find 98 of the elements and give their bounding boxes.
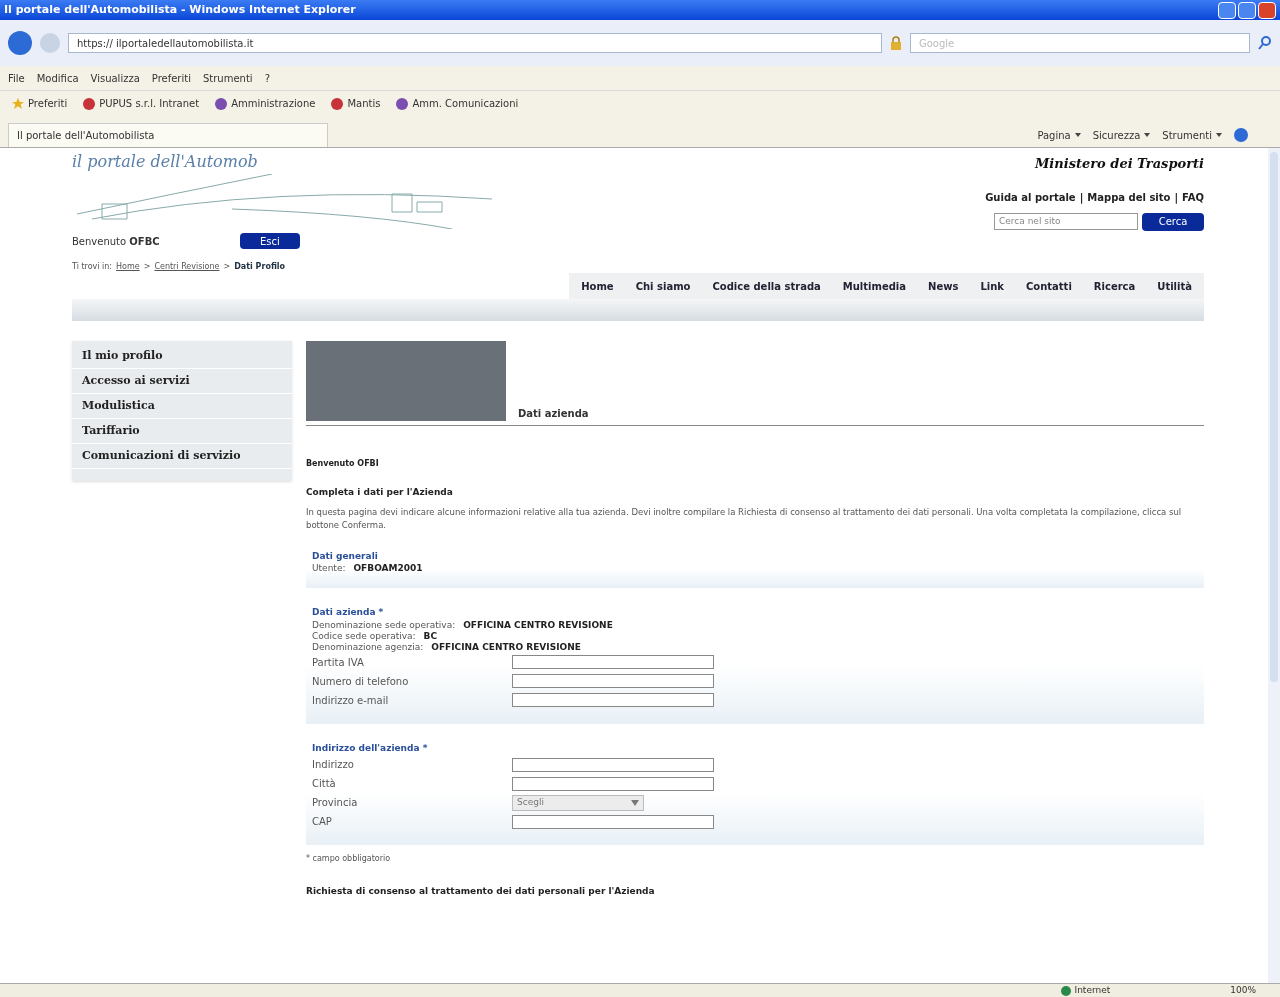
breadcrumb-separator: > xyxy=(143,261,151,273)
search-button[interactable]: Cerca xyxy=(1142,212,1204,231)
scrollbar[interactable] xyxy=(1268,148,1280,983)
info-value: BC xyxy=(423,630,438,642)
input-field[interactable] xyxy=(512,674,714,688)
breadcrumb-link[interactable]: Centri Revisione xyxy=(154,261,220,273)
link-separator: | xyxy=(1079,190,1084,205)
sidebar-item[interactable]: Tariffario xyxy=(72,419,292,444)
favorite-link[interactable]: Mantis xyxy=(327,96,385,111)
breadcrumb-separator: > xyxy=(223,261,231,273)
site-logo: il portale dell'Automob xyxy=(72,151,259,173)
field-label: Indirizzo xyxy=(312,758,355,772)
sidebar-item[interactable]: Comunicazioni di servizio xyxy=(72,444,292,469)
browser-tab[interactable]: Il portale dell'Automobilista xyxy=(8,123,328,147)
section-title: Dati generali xyxy=(312,549,379,563)
input-field[interactable] xyxy=(512,814,714,829)
menu-item[interactable]: Strumenti xyxy=(202,70,253,86)
section-title: Indirizzo dell'azienda * xyxy=(312,741,429,755)
close-button[interactable] xyxy=(1258,1,1276,19)
field-label: Indirizzo e-mail xyxy=(312,693,390,708)
breadcrumb-link[interactable]: Home xyxy=(116,261,140,273)
caret-icon xyxy=(1074,133,1081,137)
field-label: Città xyxy=(312,777,337,791)
info-label: Utente: xyxy=(312,563,346,574)
link-separator: | xyxy=(1174,190,1179,205)
nav-link[interactable]: Contatti xyxy=(1025,278,1072,294)
globe-icon xyxy=(1060,985,1071,996)
search-icon[interactable] xyxy=(1258,36,1272,50)
field-label: Numero di telefono xyxy=(312,674,410,689)
command-menu[interactable]: Strumenti xyxy=(1162,127,1222,143)
command-menu[interactable]: Sicurezza xyxy=(1092,127,1151,143)
page-title: Dati azienda xyxy=(518,407,589,421)
input-field[interactable] xyxy=(512,757,714,772)
menu-item[interactable]: File xyxy=(8,70,25,86)
input-field[interactable] xyxy=(512,655,714,669)
info-value: OFFICINA CENTRO REVISIONE xyxy=(463,619,613,631)
nav-link[interactable]: Home xyxy=(581,278,614,294)
site-icon xyxy=(83,97,96,110)
nav-link[interactable]: Chi siamo xyxy=(635,278,691,294)
site-icon xyxy=(215,97,228,110)
site-icon xyxy=(331,97,344,110)
window-title: Il portale dell'Automobilista - Windows Internet Explorer xyxy=(4,1,356,18)
info-value: OFBOAM2001 xyxy=(353,563,423,574)
intro-paragraph: In questa pagina devi indicare alcune informazioni relative alla tua azienda. Devi inoltre compilare la Richiesta di consenso al trattamento dei dati personali. Una volta completata la compilazione, clicca sul bottone Conferma. xyxy=(306,505,1183,532)
header-link[interactable]: FAQ xyxy=(1182,189,1204,205)
consent-title: Richiesta di consenso al trattamento dei dati personali per l'Azienda xyxy=(306,885,656,898)
section-title: Dati azienda * xyxy=(312,606,385,619)
zone-status: Internet xyxy=(1060,983,1111,997)
required-note: * campo obbligatorio xyxy=(306,853,392,865)
nav-link[interactable]: Ricerca xyxy=(1093,278,1136,294)
welcome-text: Benvenuto OFBC xyxy=(72,234,161,249)
caret-icon xyxy=(1216,133,1222,137)
minimize-button[interactable] xyxy=(1218,1,1236,19)
star-icon xyxy=(12,97,24,110)
info-value: OFFICINA CENTRO REVISIONE xyxy=(431,641,581,653)
sidebar-item[interactable]: Il mio profilo xyxy=(72,344,292,369)
favorite-link[interactable]: Amministrazione xyxy=(211,96,320,111)
site-icon xyxy=(396,97,409,110)
info-label: Codice sede operativa: xyxy=(312,630,416,642)
command-menu[interactable]: Pagina xyxy=(1037,127,1081,143)
header-link[interactable]: Guida al portale xyxy=(985,189,1076,205)
input-field[interactable] xyxy=(512,693,714,707)
site-search-field[interactable]: Cerca nel sito xyxy=(994,212,1138,230)
ministry-logo: Ministero dei Trasporti xyxy=(1034,155,1204,173)
help-button[interactable] xyxy=(1234,128,1248,142)
header-link[interactable]: Mappa del sito xyxy=(1087,189,1171,205)
greeting-text: Benvenuto OFBI xyxy=(306,458,380,470)
caret-icon xyxy=(1144,133,1151,137)
field-label: CAP xyxy=(312,815,333,829)
menu-item[interactable]: ? xyxy=(264,70,270,86)
nav-link[interactable]: News xyxy=(928,278,959,294)
dropdown-icon xyxy=(631,799,639,806)
logout-button[interactable]: Esci xyxy=(240,233,300,249)
field-label: Provincia xyxy=(312,796,359,810)
breadcrumb-label: Ti trovi in: xyxy=(72,261,113,273)
input-field[interactable] xyxy=(512,776,714,791)
lock-icon xyxy=(890,36,902,50)
menu-item[interactable]: Preferiti xyxy=(151,70,191,86)
field-label: Partita IVA xyxy=(312,655,365,670)
maximize-button[interactable] xyxy=(1238,1,1256,19)
zoom-level[interactable]: 100% xyxy=(1230,983,1256,997)
info-label: Denominazione agenzia: xyxy=(312,641,424,653)
sidebar-item[interactable]: Accesso ai servizi xyxy=(72,369,292,394)
back-button[interactable] xyxy=(8,31,32,55)
form-subtitle: Completa i dati per l'Azienda xyxy=(306,486,454,499)
favorite-link[interactable]: PUPUS s.r.l. Intranet xyxy=(79,96,204,111)
sidebar-item[interactable]: Modulistica xyxy=(72,394,292,419)
nav-link[interactable]: Multimedia xyxy=(842,278,907,294)
favorite-link[interactable]: Amm. Comunicazioni xyxy=(392,96,523,111)
nav-link[interactable]: Utilità xyxy=(1157,278,1192,294)
favorite-link[interactable]: Preferiti xyxy=(8,96,72,111)
address-field[interactable]: https:// ilportaledellautomobilista.it xyxy=(68,33,882,53)
menu-item[interactable]: Modifica xyxy=(36,70,79,86)
nav-link[interactable]: Link xyxy=(980,278,1004,294)
menu-item[interactable]: Visualizza xyxy=(90,70,140,86)
nav-link[interactable]: Codice della strada xyxy=(712,278,821,294)
info-label: Denominazione sede operativa: xyxy=(312,619,456,631)
breadcrumb-current: Dati Profilo xyxy=(234,261,286,273)
